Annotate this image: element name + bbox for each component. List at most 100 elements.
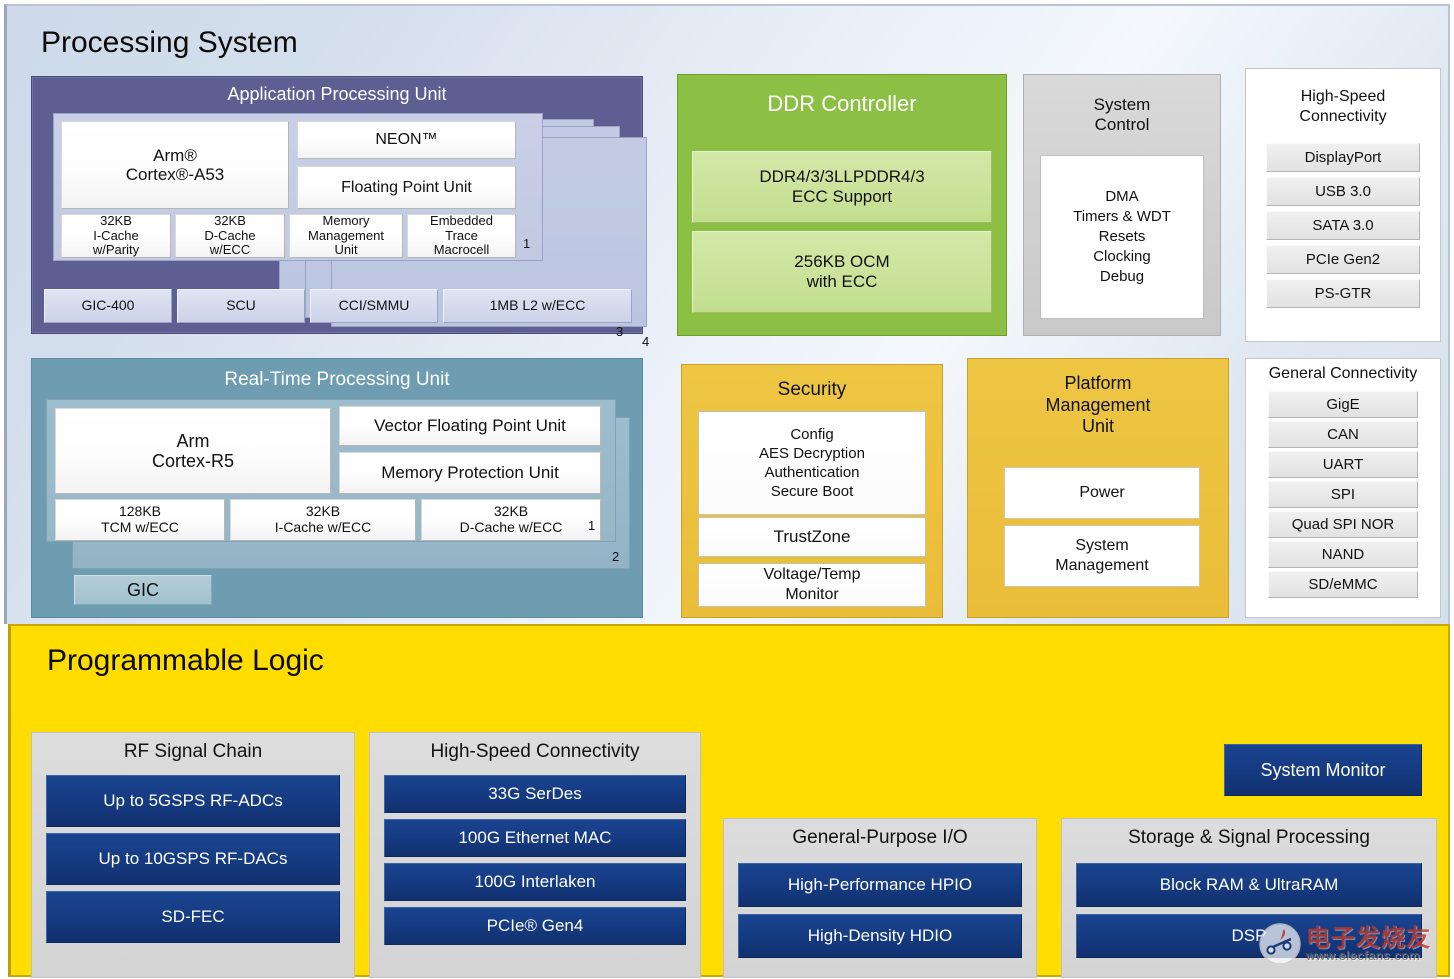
general-connectivity-block[interactable]: General Connectivity GigE CAN UART SPI Q… bbox=[1245, 358, 1441, 618]
apu-cci-smmu-chip: CCI/SMMU bbox=[310, 289, 438, 323]
system-control-block[interactable]: System Control DMA Timers & WDT Resets C… bbox=[1023, 74, 1221, 336]
pl-hsc-item-serdes[interactable]: 33G SerDes bbox=[384, 775, 686, 813]
gc-item-quad-spi-nor[interactable]: Quad SPI NOR bbox=[1268, 511, 1418, 538]
system-monitor-block[interactable]: System Monitor bbox=[1224, 744, 1422, 796]
ps-high-speed-connectivity-block[interactable]: High-Speed Connectivity DisplayPort USB … bbox=[1245, 68, 1441, 342]
system-control-item-0: DMA bbox=[1105, 188, 1139, 206]
pl-hsc-item-ethernet-mac[interactable]: 100G Ethernet MAC bbox=[384, 819, 686, 857]
system-control-title-line1: System bbox=[1093, 95, 1151, 114]
ps-hsc-list: DisplayPort USB 3.0 SATA 3.0 PCIe Gen2 P… bbox=[1266, 143, 1420, 308]
apu-title: Application Processing Unit bbox=[227, 84, 447, 104]
storage-signal-processing-group[interactable]: Storage & Signal Processing Block RAM & … bbox=[1061, 818, 1437, 978]
rpu-core-layer-1[interactable]: Arm Cortex-R5 Vector Floating Point Unit… bbox=[46, 399, 616, 542]
rpu-cache-2-line1: 32KB bbox=[493, 503, 529, 520]
security-features-chip: Config AES Decryption Authentication Sec… bbox=[698, 411, 926, 515]
system-control-items: DMA Timers & WDT Resets Clocking Debug bbox=[1040, 155, 1204, 319]
pmu-sysmgmt-line1: System bbox=[1075, 537, 1129, 554]
apu-cache-chip-0: 32KB I-Cache w/Parity bbox=[61, 214, 171, 258]
rpu-cortex-line2: Cortex-R5 bbox=[151, 451, 235, 471]
ps-hsc-item-ps-gtr[interactable]: PS-GTR bbox=[1266, 279, 1420, 308]
apu-cache-1-line2: D-Cache bbox=[204, 227, 256, 243]
apu-cache-1-line1: 32KB bbox=[214, 213, 246, 229]
platform-management-unit-block[interactable]: Platform Management Unit Power System Ma… bbox=[967, 358, 1229, 618]
system-control-title: System Control bbox=[1024, 95, 1220, 136]
gpio-item-hdio[interactable]: High-Density HDIO bbox=[738, 914, 1022, 958]
security-feature-0: Config bbox=[790, 425, 834, 443]
gc-item-gige[interactable]: GigE bbox=[1268, 391, 1418, 418]
rpu-gic-chip: GIC bbox=[74, 575, 212, 605]
ps-hsc-item-pcie-gen2[interactable]: PCIe Gen2 bbox=[1266, 245, 1420, 274]
apu-cache-3-line2: Trace bbox=[445, 227, 478, 243]
apu-cortex-line2: Cortex®-A53 bbox=[125, 165, 225, 184]
application-processing-unit-block[interactable]: Application Processing Unit 4 3 2 2 3 4 … bbox=[31, 76, 649, 349]
programmable-logic-title: Programmable Logic bbox=[47, 644, 324, 677]
ps-hsc-item-usb30[interactable]: USB 3.0 bbox=[1266, 177, 1420, 206]
apu-cache-1-line3: w/ECC bbox=[209, 242, 251, 258]
general-purpose-io-group[interactable]: General-Purpose I/O High-Performance HPI… bbox=[723, 818, 1037, 978]
apu-cache-chip-1: 32KB D-Cache w/ECC bbox=[175, 214, 285, 258]
apu-core-layer-1[interactable]: Arm® Cortex®-A53 NEON™ Floating Point Un… bbox=[53, 113, 543, 261]
storage-title: Storage & Signal Processing bbox=[1128, 827, 1370, 848]
rf-item-dac[interactable]: Up to 10GSPS RF-DACs bbox=[46, 833, 340, 885]
pmu-title-line2: Management bbox=[1045, 394, 1151, 415]
gc-item-spi[interactable]: SPI bbox=[1268, 481, 1418, 508]
gpio-item-hpio[interactable]: High-Performance HPIO bbox=[738, 863, 1022, 907]
rpu-cache-1-line1: 32KB bbox=[305, 503, 341, 520]
rf-signal-chain-group[interactable]: RF Signal Chain Up to 5GSPS RF-ADCs Up t… bbox=[31, 732, 355, 978]
pl-hsc-items: 33G SerDes 100G Ethernet MAC 100G Interl… bbox=[384, 775, 686, 945]
processing-system-panel: Processing System Application Processing… bbox=[4, 4, 1450, 624]
apu-neon-chip: NEON™ bbox=[297, 121, 516, 159]
ps-hsc-item-sata30[interactable]: SATA 3.0 bbox=[1266, 211, 1420, 240]
diagram-root: Processing System Application Processing… bbox=[0, 0, 1454, 979]
storage-item-dsp[interactable]: DSP bbox=[1076, 914, 1422, 958]
apu-cortex-a53-chip: Arm® Cortex®-A53 bbox=[61, 121, 289, 209]
rpu-mpu-chip: Memory Protection Unit bbox=[339, 452, 601, 494]
rpu-cortex-line1: Arm bbox=[176, 430, 210, 451]
rpu-vfpu-chip: Vector Floating Point Unit bbox=[339, 406, 601, 446]
ddr-controller-block[interactable]: DDR Controller DDR4/3/3LLPDDR4/3 ECC Sup… bbox=[677, 74, 1007, 336]
rf-item-sdfec[interactable]: SD-FEC bbox=[46, 891, 340, 943]
security-feature-1: AES Decryption bbox=[759, 444, 865, 462]
ddr-ocm-line2: with ECC bbox=[806, 272, 878, 291]
apu-cache-chip-2: Memory Management Unit bbox=[289, 214, 403, 258]
ddr-memory-line1: DDR4/3/3LLPDDR4/3 bbox=[759, 166, 925, 186]
apu-l2-chip: 1MB L2 w/ECC bbox=[443, 289, 632, 323]
apu-cortex-line1: Arm® bbox=[153, 145, 197, 165]
ddr-controller-title: DDR Controller bbox=[767, 91, 917, 116]
ps-hsc-title-line2: Connectivity bbox=[1299, 108, 1387, 125]
storage-item-bram[interactable]: Block RAM & UltraRAM bbox=[1076, 863, 1422, 907]
ps-hsc-item-displayport[interactable]: DisplayPort bbox=[1266, 143, 1420, 172]
real-time-processing-unit-block[interactable]: Real-Time Processing Unit 2 Arm Cortex-R… bbox=[31, 358, 643, 618]
rpu-cortex-r5-chip: Arm Cortex-R5 bbox=[55, 408, 331, 494]
apu-scu-chip: SCU bbox=[177, 289, 305, 323]
rpu-title: Real-Time Processing Unit bbox=[224, 369, 450, 390]
gc-item-uart[interactable]: UART bbox=[1268, 451, 1418, 478]
system-control-title-line2: Control bbox=[1094, 115, 1150, 135]
storage-items: Block RAM & UltraRAM DSP bbox=[1076, 863, 1422, 958]
gc-item-can[interactable]: CAN bbox=[1268, 421, 1418, 448]
ddr-ocm-line1: 256KB OCM bbox=[794, 251, 890, 271]
general-connectivity-list: GigE CAN UART SPI Quad SPI NOR NAND SD/e… bbox=[1268, 391, 1418, 598]
pl-hsc-title: High-Speed Connectivity bbox=[430, 741, 640, 762]
rpu-cache-2-line2: D-Cache w/ECC bbox=[459, 519, 563, 535]
apu-cache-2-line2: Management bbox=[308, 227, 384, 243]
ps-hsc-title: High-Speed Connectivity bbox=[1246, 87, 1440, 127]
general-connectivity-title: General Connectivity bbox=[1268, 365, 1418, 382]
processing-system-title: Processing System bbox=[41, 26, 298, 59]
gc-item-sd-emmc[interactable]: SD/eMMC bbox=[1268, 571, 1418, 598]
gc-item-nand[interactable]: NAND bbox=[1268, 541, 1418, 568]
pl-hsc-item-interlaken[interactable]: 100G Interlaken bbox=[384, 863, 686, 901]
apu-core-number-1: 1 bbox=[523, 236, 531, 251]
security-block[interactable]: Security Config AES Decryption Authentic… bbox=[681, 364, 943, 618]
pl-hsc-item-pcie-gen4[interactable]: PCIe® Gen4 bbox=[384, 907, 686, 945]
rpu-cache-1-line2: I-Cache w/ECC bbox=[274, 519, 372, 535]
security-title: Security bbox=[777, 379, 847, 400]
apu-gic400-chip: GIC-400 bbox=[44, 289, 172, 323]
security-feature-2: Authentication bbox=[764, 464, 860, 481]
rf-signal-chain-title: RF Signal Chain bbox=[123, 741, 263, 762]
system-control-item-1: Timers & WDT bbox=[1073, 208, 1171, 226]
pl-high-speed-connectivity-group[interactable]: High-Speed Connectivity 33G SerDes 100G … bbox=[369, 732, 701, 978]
pmu-sysmgmt-line2: Management bbox=[1055, 557, 1149, 574]
apu-cache-2-line3: Unit bbox=[334, 242, 358, 258]
rf-item-adc[interactable]: Up to 5GSPS RF-ADCs bbox=[46, 775, 340, 827]
